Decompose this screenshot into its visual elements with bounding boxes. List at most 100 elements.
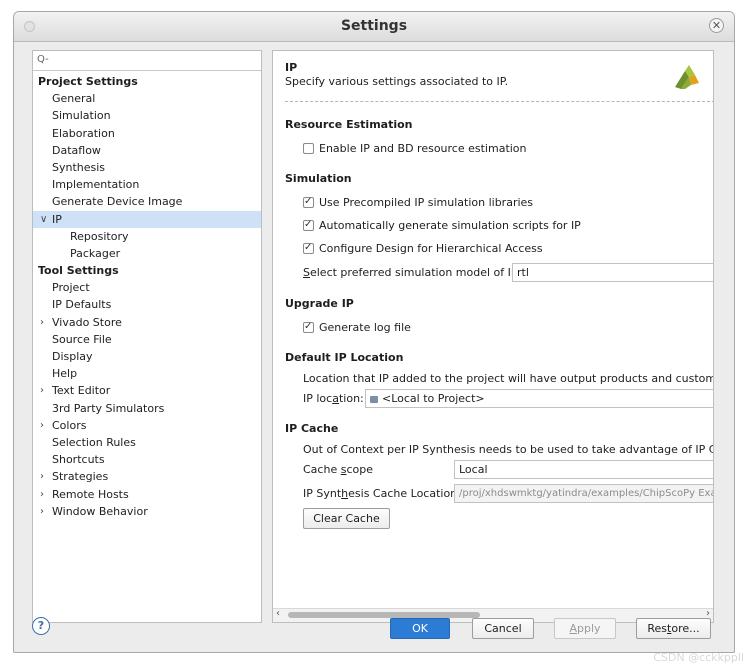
folder-icon [370,396,378,403]
panel-title: IP [285,61,298,74]
tree-item-dataflow[interactable]: Dataflow [33,142,261,159]
tree-item-label: Window Behavior [52,504,148,518]
tree-item-label: Remote Hosts [52,487,129,501]
chevron-right-icon[interactable]: › [40,503,44,520]
checkbox-icon[interactable] [303,241,314,255]
tree-item-colors[interactable]: › Colors [33,417,261,434]
tree-heading-project-settings: Project Settings [38,75,138,88]
xilinx-logo-icon [675,65,699,89]
checkbox-icon[interactable] [303,143,314,154]
checkbox-label: Use Precompiled IP simulation libraries [319,196,534,209]
tree-item-window-behavior[interactable]: › Window Behavior [33,503,261,520]
simulation-model-label: Select preferred simulation model of IP: [303,266,521,279]
apply-button[interactable]: Apply [554,618,616,639]
tree-item-display[interactable]: Display [33,348,261,365]
tree-item-label: Text Editor [52,384,111,398]
button-label: pply [577,622,601,635]
settings-tree: Project Settings General Simulation Elab… [33,73,261,520]
tree-item-shortcuts[interactable]: Shortcuts [33,451,261,468]
checkbox-icon[interactable] [303,320,314,334]
chevron-right-icon[interactable]: › [40,486,44,503]
tree-item-label: IP [52,212,62,226]
auto-generate-scripts-checkbox[interactable]: Automatically generate simulation script… [303,218,581,233]
tree-item-implementation[interactable]: Implementation [33,176,261,193]
generate-log-file-checkbox[interactable]: Generate log file [303,320,411,335]
tree-item-label: Colors [52,418,87,432]
close-icon[interactable]: ✕ [709,18,724,33]
tree-item-strategies[interactable]: › Strategies [33,468,261,485]
default-location-description: Location that IP added to the project wi… [303,372,714,385]
clear-cache-button[interactable]: Clear Cache [303,508,390,529]
label-text: IP Synt [303,487,342,500]
cache-scope-select[interactable]: Local [454,460,713,479]
tree-item-source-file[interactable]: Source File [33,331,261,348]
checkbox-label: Enable IP and BD resource estimation [319,142,527,155]
cancel-button[interactable]: Cancel [472,618,534,639]
section-simulation: Simulation [285,172,352,185]
tree-item-label: Strategies [52,470,109,484]
section-upgrade-ip: Upgrade IP [285,297,354,310]
tree-item-remote-hosts[interactable]: › Remote Hosts [33,486,261,503]
tree-item-general[interactable]: General [33,90,261,107]
label-text: Cache [303,463,341,476]
ip-location-label: IP location: [303,392,364,405]
search-input[interactable] [53,52,257,69]
label-text: esis Cache Location [348,487,458,500]
label-text: cope [346,463,373,476]
checkbox-label: Configure Design for Hierarchical Access [319,242,543,255]
button-label: ore... [671,622,700,635]
settings-dialog: Settings ✕ Q- Project Settings General S… [13,11,735,653]
tree-item-3rd-party-simulators[interactable]: 3rd Party Simulators [33,400,261,417]
checkbox-label: Automatically generate simulation script… [319,219,581,232]
tree-item-simulation[interactable]: Simulation [33,107,261,124]
tree-item-text-editor[interactable]: › Text Editor [33,382,261,399]
use-precompiled-libraries-checkbox[interactable]: Use Precompiled IP simulation libraries [303,195,534,210]
ip-location-select[interactable]: <Local to Project> [365,389,713,408]
tree-item-synthesis[interactable]: Synthesis [33,159,261,176]
chevron-right-icon[interactable]: › [40,382,44,399]
chevron-down-icon[interactable]: ∨ [40,211,47,228]
simulation-model-select[interactable]: rtl [512,263,713,282]
scrollbar-thumb[interactable] [288,612,480,618]
checkbox-icon[interactable] [303,195,314,209]
watermark: CSDN @cckkppll [653,651,744,664]
search-icon: Q- [37,54,49,65]
synthesis-cache-location-field: /proj/xhdswmktg/yatindra/examples/ChipSc… [454,484,713,503]
scroll-left-icon[interactable]: ‹ [276,608,280,619]
checkbox-icon[interactable] [303,218,314,232]
tree-item-repository[interactable]: Repository [33,228,261,245]
mnemonic-letter: S [303,266,310,279]
tree-item-vivado-store[interactable]: › Vivado Store [33,314,261,331]
enable-resource-estimation-checkbox[interactable]: Enable IP and BD resource estimation [303,142,527,156]
section-resource-estimation: Resource Estimation [285,118,413,131]
ip-cache-description: Out of Context per IP Synthesis needs to… [303,443,714,456]
chevron-right-icon[interactable]: › [40,468,44,485]
tree-item-elaboration[interactable]: Elaboration [33,125,261,142]
checkbox-label: Generate log file [319,321,411,334]
help-icon[interactable]: ? [32,617,50,635]
button-label: Res [647,622,668,635]
search-box[interactable]: Q- [33,51,261,71]
tree-item-packager[interactable]: Packager [33,245,261,262]
ip-location-value: <Local to Project> [382,392,485,405]
tree-item-project[interactable]: Project [33,279,261,296]
chevron-right-icon[interactable]: › [40,314,44,331]
hierarchical-access-checkbox[interactable]: Configure Design for Hierarchical Access [303,241,543,256]
settings-content-panel: IP Specify various settings associated t… [272,50,714,623]
ok-button[interactable]: OK [390,618,450,639]
tree-item-ip-defaults[interactable]: IP Defaults [33,296,261,313]
tree-item-selection-rules[interactable]: Selection Rules [33,434,261,451]
restore-button[interactable]: Restore... [636,618,711,639]
label-text: tion: [338,392,364,405]
title-bar: Settings ✕ [14,12,734,42]
tree-item-ip[interactable]: ∨ IP [33,210,261,228]
cache-scope-label: Cache scope [303,463,373,476]
tree-item-help[interactable]: Help [33,365,261,382]
mnemonic-letter: a [332,392,339,405]
synthesis-cache-location-label: IP Synthesis Cache Location [303,487,457,500]
tree-heading-tool-settings: Tool Settings [38,264,119,278]
section-ip-cache: IP Cache [285,422,339,435]
tree-item-generate-device-image[interactable]: Generate Device Image [33,193,261,210]
panel-subtitle: Specify various settings associated to I… [285,75,509,88]
chevron-right-icon[interactable]: › [40,417,44,434]
